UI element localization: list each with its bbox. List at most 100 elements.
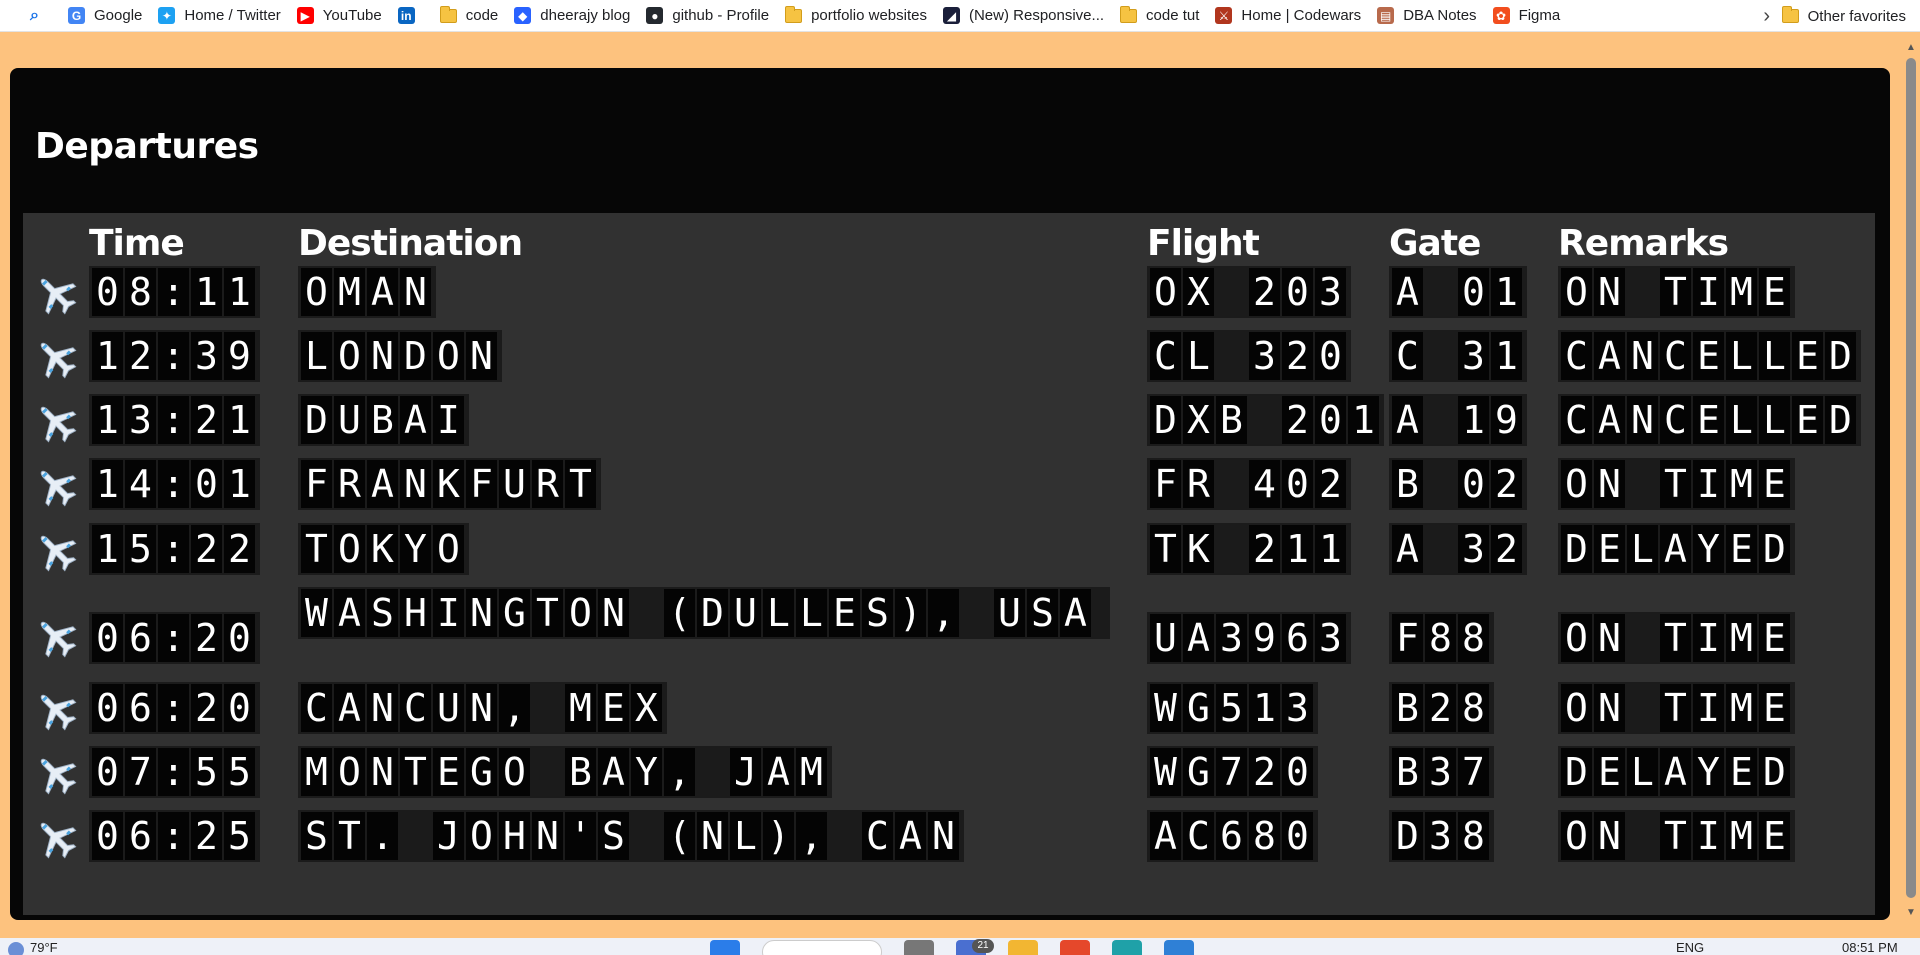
edge-browser-icon[interactable] (1112, 940, 1142, 955)
scrollbar-thumb[interactable] (1906, 58, 1916, 898)
flap-tile: K (433, 460, 464, 508)
flap-tile: L (796, 589, 827, 637)
flight-row: 15:22TOKYOTK211A32DELAYED (23, 523, 1875, 579)
flap-tile: X (631, 684, 662, 732)
flap-tile: 1 (191, 268, 222, 316)
flap-tile: S (862, 589, 893, 637)
cell-destination: TOKYO (298, 523, 469, 575)
flap-tile: T (1660, 812, 1691, 860)
bookmark-new-responsive[interactable]: ◢ (New) Responsive... (937, 0, 1114, 32)
flap-tile: L (1627, 748, 1658, 796)
bookmark-code-tut[interactable]: code tut (1114, 0, 1209, 32)
bookmark-search[interactable]: ⌕ (20, 0, 62, 32)
bookmark-other-favorites[interactable]: Other favorites (1776, 0, 1916, 32)
flap-tile: 8 (1425, 614, 1456, 662)
flap-tile: 4 (1249, 460, 1280, 508)
bookmark-portfolio-websites[interactable]: portfolio websites (779, 0, 937, 32)
flap-tile: I (1693, 268, 1724, 316)
cell-remarks: DELAYED (1558, 523, 1795, 575)
flap-tile: N (466, 589, 497, 637)
bookmarks-bar: ⌕ G Google ✦ Home / Twitter ▶ YouTube in code ◆ dh… (0, 0, 1920, 32)
flap-tile: C (1660, 332, 1691, 380)
flap-tile: 3 (1315, 614, 1346, 662)
flight-row: 0 6:2 0 W A S H I N G T O N(D U L L E S), U S A U A 3 9 6 3 F 8 8 O N T I… (23, 587, 1875, 687)
bookmark-label: YouTube (322, 7, 382, 24)
flap-tile: C (1183, 812, 1214, 860)
cell-time: 07:55 (89, 746, 260, 798)
bookmark-google[interactable]: G Google (62, 0, 152, 32)
flap-tile: 8 (1458, 614, 1489, 662)
flap-tile: 7 (1458, 748, 1489, 796)
flap-tile: N (598, 589, 629, 637)
flap-tile: , (796, 812, 827, 860)
flap-tile: 3 (1425, 748, 1456, 796)
flap-tile (631, 589, 662, 637)
flap-tile: 9 (1491, 396, 1522, 444)
flap-tile: O (1561, 460, 1592, 508)
flap-tile: : (158, 332, 189, 380)
flap-tile: : (158, 460, 189, 508)
bookmark-figma[interactable]: ✿ Figma (1487, 0, 1571, 32)
windows-start-icon[interactable] (710, 940, 740, 955)
scroll-down-arrow-icon[interactable]: ▼ (1906, 907, 1916, 918)
language-indicator[interactable]: ENG (1676, 940, 1704, 955)
flap-tile: M (1726, 268, 1757, 316)
flap-tile: K (1183, 525, 1214, 573)
flap-tile: O (466, 812, 497, 860)
bookmark-dba-notes[interactable]: ▤ DBA Notes (1371, 0, 1486, 32)
flap-tile: A (1150, 812, 1181, 860)
flap-tile: 1 (1491, 332, 1522, 380)
bookmark-youtube[interactable]: ▶ YouTube (291, 0, 392, 32)
flap-tile: T (565, 460, 596, 508)
taskbar-search[interactable] (762, 940, 882, 955)
flap-tile: ) (763, 812, 794, 860)
cell-remarks: CANCELLED (1558, 394, 1861, 446)
flight-row: 08:11OMANOX203A01ONTIME (23, 266, 1875, 322)
cell-gate: B28 (1389, 682, 1494, 734)
flap-tile: E (1759, 684, 1790, 732)
cell-destination: S T. J O H N ' S(N L), C A N (298, 810, 964, 862)
page-scrollbar[interactable]: ▲ ▼ (1902, 40, 1920, 920)
flap-tile: 3 (1249, 332, 1280, 380)
flap-tile: E (1693, 332, 1724, 380)
bookmark-label: Home | Codewars (1241, 7, 1362, 24)
bookmark-code[interactable]: code (434, 0, 509, 32)
flap-tile (400, 812, 431, 860)
flap-tile: L (730, 812, 761, 860)
taskbar-clock[interactable]: 08:51 PM (1842, 940, 1898, 955)
weather-widget[interactable]: 79°F (8, 940, 58, 955)
flap-tile: A (1660, 525, 1691, 573)
frontend-mentor-icon: ◢ (942, 7, 960, 24)
airplane-icon (33, 463, 79, 509)
bookmark-home-twitter[interactable]: ✦ Home / Twitter (152, 0, 290, 32)
bookmarks-overflow-chevron-icon[interactable]: › (1763, 0, 1770, 32)
task-view-icon[interactable] (904, 940, 934, 955)
file-explorer-icon[interactable] (1008, 940, 1038, 955)
flap-tile: 8 (1458, 812, 1489, 860)
cell-flight: OX203 (1147, 266, 1351, 318)
flight-row: 12:39LONDONCL320C31CANCELLED (23, 330, 1875, 386)
flap-tile: , (664, 748, 695, 796)
flap-tile: 1 (1348, 396, 1379, 444)
flap-tile: 1 (224, 460, 255, 508)
flap-tile: N (367, 332, 398, 380)
bookmark-linkedin[interactable]: in (392, 0, 434, 32)
vscode-icon[interactable] (1164, 940, 1194, 955)
bookmark-label: code (465, 7, 499, 24)
flap-tile: 1 (1315, 525, 1346, 573)
flap-tile: : (158, 525, 189, 573)
flap-tile: A (763, 748, 794, 796)
bookmark-github-profile[interactable]: ● github - Profile (640, 0, 779, 32)
bookmark-home-codewars[interactable]: ⚔ Home | Codewars (1209, 0, 1371, 32)
cell-time: 12:39 (89, 330, 260, 382)
flap-tile: 2 (191, 396, 222, 444)
flap-tile: 3 (1458, 525, 1489, 573)
flap-tile: F (1392, 614, 1423, 662)
mail-app-icon[interactable] (1060, 940, 1090, 955)
flap-tile: : (158, 268, 189, 316)
scroll-up-arrow-icon[interactable]: ▲ (1906, 42, 1916, 53)
flap-tile: O (1561, 684, 1592, 732)
flap-tile: A (1060, 589, 1091, 637)
flap-tile: 2 (1425, 684, 1456, 732)
bookmark-dheerajy-blog[interactable]: ◆ dheerajy blog (508, 0, 640, 32)
